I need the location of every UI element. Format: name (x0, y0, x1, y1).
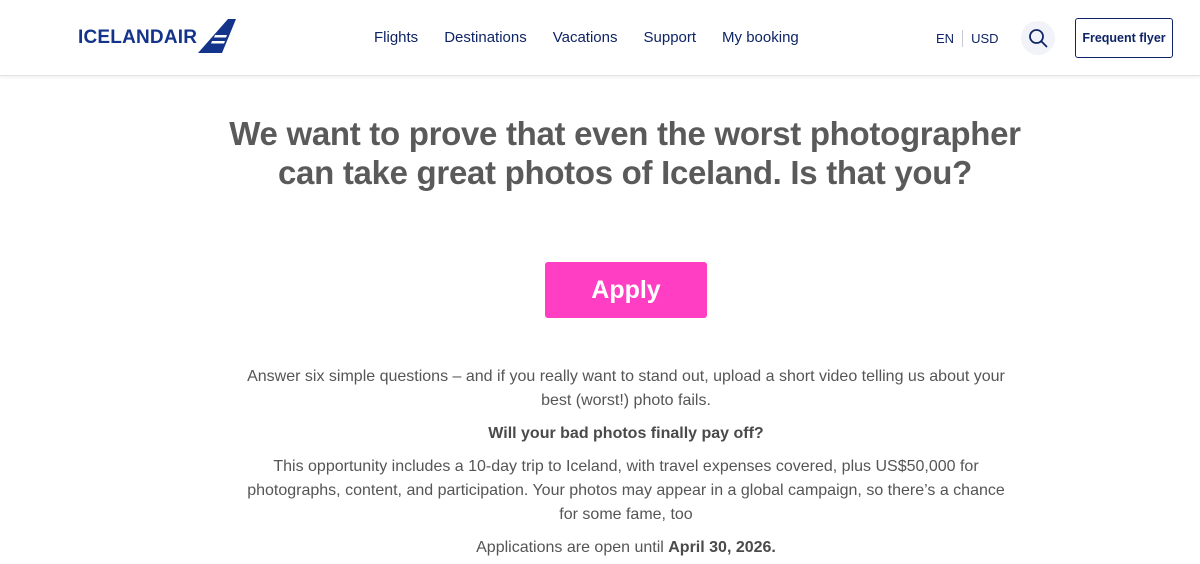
search-button[interactable] (1021, 21, 1055, 55)
intro-line-1: Answer six simple questions – and if you… (247, 368, 1005, 385)
offer-subheading: Will your bad photos finally pay off? (488, 425, 764, 442)
nav-my-booking[interactable]: My booking (722, 29, 799, 46)
deadline-date: April 30, 2026. (668, 539, 776, 556)
search-icon (1029, 29, 1048, 48)
intro-line-2: best (worst!) photo fails. (541, 392, 711, 409)
locale-selector: EN USD (936, 30, 999, 47)
deadline-prefix: Applications are open until (476, 539, 669, 556)
nav-vacations[interactable]: Vacations (553, 29, 618, 46)
details-line-2: photographs, content, and participation.… (247, 482, 1005, 499)
offer-details: This opportunity includes a 10-day trip … (230, 455, 1022, 527)
page-headline: We want to prove that even the worst pho… (200, 114, 1050, 192)
intro-paragraph: Answer six simple questions – and if you… (230, 365, 1022, 413)
icelandair-logo[interactable]: ICELANDAIR (78, 19, 237, 56)
site-header: ICELANDAIR Flights Destinations Vacation… (0, 0, 1200, 76)
details-line-3: for some fame, too (559, 506, 693, 523)
locale-divider (962, 30, 964, 47)
deadline-text: Applications are open until April 30, 20… (230, 536, 1022, 560)
details-line-1: This opportunity includes a 10-day trip … (273, 458, 979, 475)
main-nav: Flights Destinations Vacations Support M… (374, 29, 825, 46)
nav-destinations[interactable]: Destinations (444, 29, 527, 46)
headline-line-2: can take great photos of Iceland. Is tha… (278, 154, 972, 191)
currency-selector[interactable]: USD (971, 31, 998, 46)
headline-line-1: We want to prove that even the worst pho… (229, 115, 1021, 152)
nav-support[interactable]: Support (644, 29, 697, 46)
frequent-flyer-button[interactable]: Frequent flyer (1075, 18, 1173, 58)
apply-button[interactable]: Apply (545, 262, 707, 318)
nav-flights[interactable]: Flights (374, 29, 418, 46)
logo-tail-icon (198, 19, 237, 53)
language-selector[interactable]: EN (936, 31, 954, 46)
logo-wordmark: ICELANDAIR (78, 27, 198, 48)
